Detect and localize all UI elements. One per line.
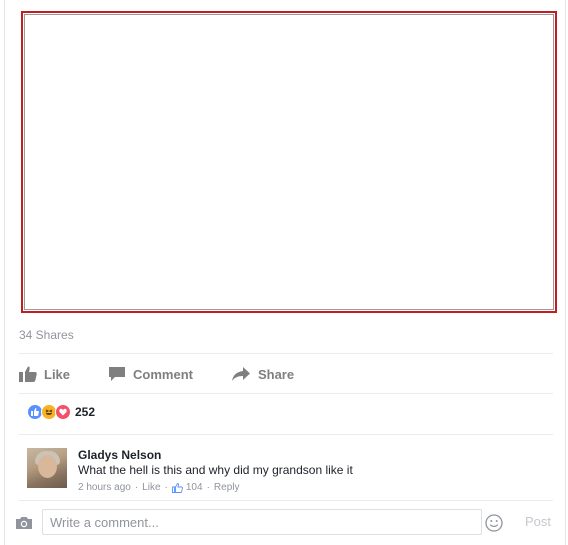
like-button[interactable]: Like: [19, 366, 70, 382]
thumbs-up-icon: [19, 366, 37, 382]
comment-item: Gladys Nelson What the hell is this and …: [27, 448, 547, 496]
divider: [19, 393, 553, 394]
comment-input[interactable]: [42, 509, 482, 535]
action-bar: Like Comment Share: [19, 362, 332, 386]
share-arrow-icon: [231, 367, 250, 381]
share-button[interactable]: Share: [231, 366, 294, 382]
comment-meta: 2 hours ago · Like · 104 · Reply: [78, 482, 353, 493]
reaction-count: 252: [75, 405, 96, 419]
comment-button[interactable]: Comment: [108, 366, 193, 382]
love-reaction-icon: [55, 404, 71, 420]
comment-composer: Post: [15, 508, 561, 540]
reactions-summary[interactable]: 252: [27, 404, 95, 420]
post-button[interactable]: Post: [525, 514, 551, 529]
emoji-icon[interactable]: [485, 514, 503, 532]
meta-separator: ·: [206, 482, 210, 493]
reply-link[interactable]: Reply: [214, 482, 240, 493]
post-card: 34 Shares Like Comment Share 252 Gladys …: [4, 0, 566, 545]
divider: [19, 500, 553, 501]
thumbs-up-outline-icon: [171, 482, 183, 493]
shares-count[interactable]: 34 Shares: [19, 328, 74, 342]
comment-bubble-icon: [109, 367, 126, 381]
comment-timestamp[interactable]: 2 hours ago: [78, 482, 131, 493]
comment-like-link[interactable]: Like: [142, 482, 160, 493]
comment-text: What the hell is this and why did my gra…: [78, 463, 353, 477]
comment-label: Comment: [133, 366, 193, 382]
post-media[interactable]: [21, 11, 557, 313]
camera-icon[interactable]: [15, 516, 33, 530]
like-label: Like: [44, 366, 71, 382]
avatar[interactable]: [27, 448, 67, 488]
avatar-face: [38, 455, 57, 478]
media-inner-border: [24, 14, 554, 310]
meta-separator: ·: [134, 482, 139, 493]
comment-like-count[interactable]: 104: [186, 482, 203, 493]
divider: [19, 434, 553, 435]
comment-body: Gladys Nelson What the hell is this and …: [78, 448, 353, 493]
meta-separator: ·: [164, 482, 168, 493]
share-label: Share: [257, 366, 295, 382]
comment-author[interactable]: Gladys Nelson: [78, 448, 353, 462]
divider: [19, 353, 553, 354]
